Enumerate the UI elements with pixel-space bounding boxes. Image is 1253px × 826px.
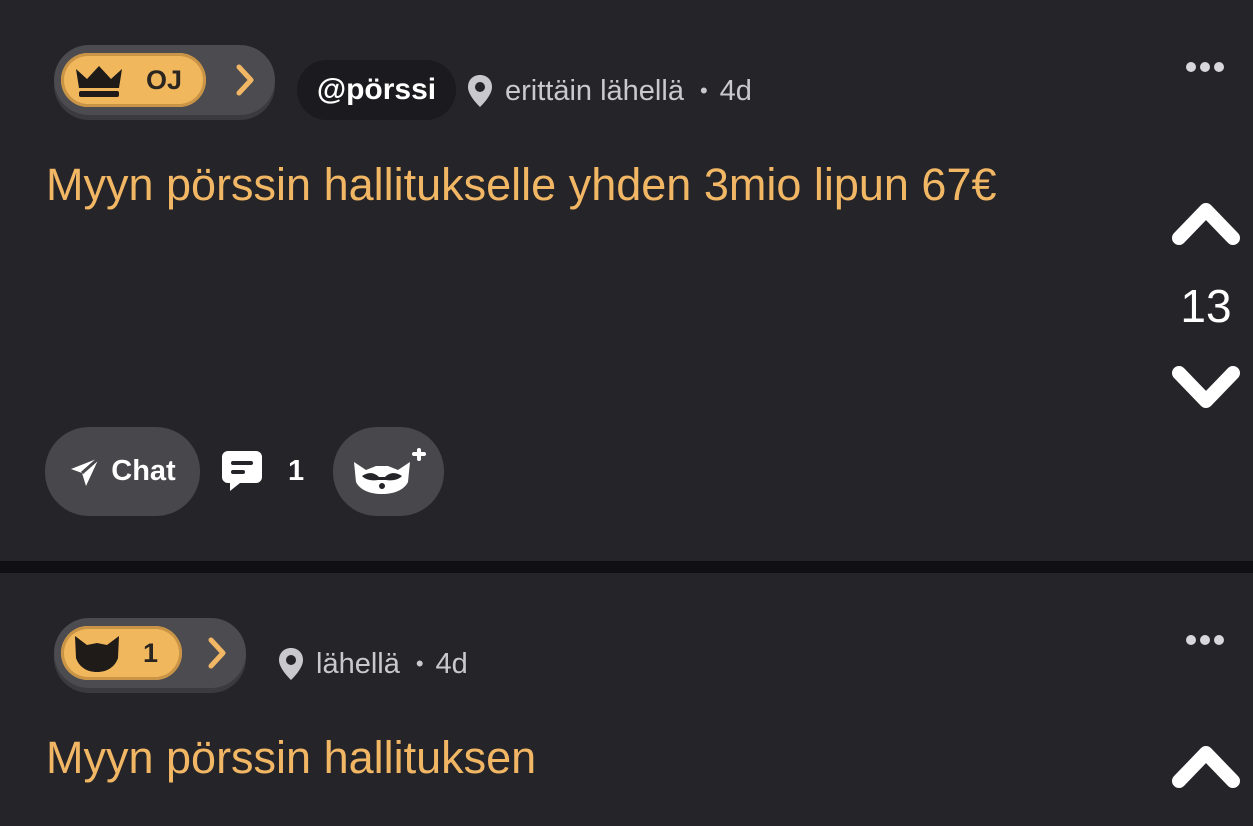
location-label: lähellä	[316, 647, 400, 680]
post-card[interactable]: OJ @pörssi erittäin lähellä • 4d Myyn pö…	[0, 0, 1253, 561]
karma-badge[interactable]: OJ	[54, 45, 275, 115]
crown-icon	[76, 66, 122, 97]
chevron-right-icon	[208, 637, 226, 669]
follow-button[interactable]	[333, 427, 444, 516]
more-options-icon[interactable]	[1185, 61, 1225, 73]
send-icon	[71, 456, 101, 486]
location-pin-icon	[279, 648, 303, 680]
badge-label: 1	[143, 638, 159, 668]
chat-button[interactable]: Chat	[45, 427, 200, 516]
badge-label: OJ	[146, 65, 183, 95]
more-options-icon[interactable]	[1185, 634, 1225, 646]
post-age: 4d	[435, 647, 468, 680]
user-handle[interactable]: @pörssi	[297, 60, 456, 120]
location-label: erittäin lähellä	[505, 74, 684, 107]
upvote-icon[interactable]	[1171, 200, 1241, 246]
comments-button[interactable]: 1	[220, 448, 304, 494]
chevron-right-icon	[236, 64, 254, 96]
badge-inner: 1	[61, 626, 182, 680]
comment-count: 1	[288, 454, 305, 487]
comment-bubble-icon	[222, 451, 262, 491]
location-pin-icon	[468, 75, 492, 107]
karma-badge[interactable]: 1	[54, 618, 246, 688]
post-age: 4d	[719, 74, 752, 107]
upvote-icon[interactable]	[1171, 743, 1241, 789]
chat-label: Chat	[111, 455, 176, 487]
post-text[interactable]: Myyn pörssin hallitukselle yhden 3mio li…	[46, 155, 1026, 215]
cat-head-icon	[75, 636, 119, 672]
separator-dot: •	[415, 651, 424, 676]
post-text[interactable]: Myyn pörssin hallituksen	[46, 728, 1026, 788]
post-meta: erittäin lähellä • 4d	[467, 71, 752, 111]
badge-inner: OJ	[61, 53, 206, 107]
post-card[interactable]: 1 lähellä • 4d Myyn pörssin hallituksen	[0, 573, 1253, 826]
post-meta: lähellä • 4d	[278, 644, 468, 684]
separator-dot: •	[699, 78, 708, 103]
downvote-icon[interactable]	[1171, 365, 1241, 411]
feed: OJ @pörssi erittäin lähellä • 4d Myyn pö…	[0, 0, 1253, 826]
vote-count: 13	[1180, 280, 1232, 332]
cat-add-icon	[353, 447, 426, 494]
